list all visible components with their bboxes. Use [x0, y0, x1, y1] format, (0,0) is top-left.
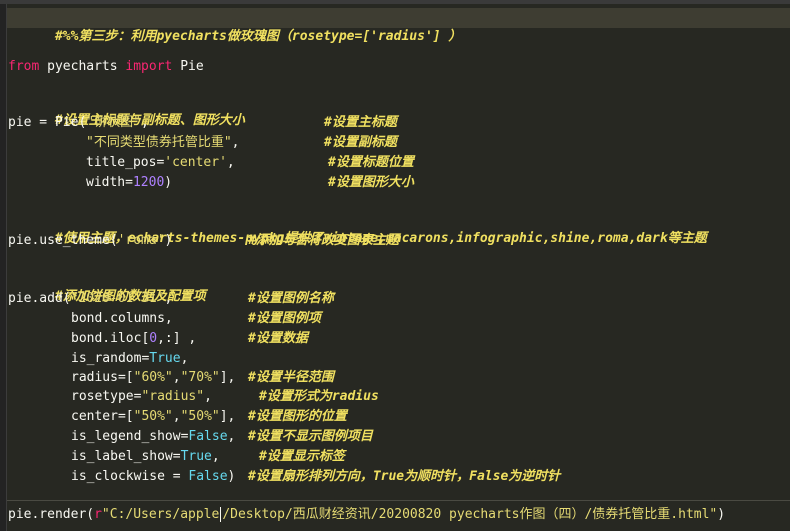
add-call: pie.add( — [8, 291, 71, 306]
radius-close: ], — [219, 370, 236, 385]
code-line-width: width=1200) #设置图形大小 — [8, 174, 414, 192]
pie-subtitle-comma: , — [231, 135, 240, 150]
import-keyword: import — [125, 59, 173, 74]
pie-title-string: "饼状图" — [86, 115, 141, 130]
from-keyword: from — [8, 59, 40, 74]
code-line-clockwise: is_clockwise = False) #设置扇形排列方向，True为顺时针… — [8, 468, 560, 486]
theme-close: ) — [164, 233, 173, 248]
center-key: center=[ — [71, 409, 134, 424]
add-comma: , — [164, 291, 173, 306]
random-comma: , — [180, 351, 189, 366]
code-line-columns: bond.columns, #设置图例项 — [8, 310, 321, 328]
clockwise-close: ) — [227, 469, 236, 484]
code-line-label: is_label_show=True, #设置显示标签 — [8, 448, 345, 466]
label-comma: , — [211, 449, 220, 464]
legend-value: False — [188, 429, 228, 444]
code-line-iloc: bond.iloc[0,:] , #设置数据 — [8, 330, 308, 348]
clockwise-comment: #设置扇形排列方向，True为顺时针，False为逆时针 — [248, 469, 561, 484]
pie-subtitle-comment: #设置副标题 — [324, 135, 397, 150]
code-line-title-comment: #设置主标题与副标题、图形大小 — [8, 94, 245, 128]
code-line-add-comment: #添加饼图的数据及配置项 — [8, 270, 206, 304]
center-sep: , — [172, 409, 181, 424]
title-pos-comment: #设置标题位置 — [328, 155, 414, 170]
code-line-theme-comment: #使用主题，echarts-themes-pypkg提供了vintage,mac… — [8, 212, 707, 246]
rosetype-comma: , — [204, 389, 212, 404]
code-area[interactable]: #%%第三步：利用pyecharts做玫瑰图（rosetype=['radius… — [0, 0, 790, 531]
code-line-use-theme: pie.use_theme('roma') #添加与否将改变图表主题 — [8, 232, 399, 250]
code-line-legend: is_legend_show=False, #设置不显示图例项目 — [8, 428, 373, 446]
code-line-title-pos: title_pos='center', #设置标题位置 — [8, 154, 414, 172]
module-name: pyecharts — [39, 59, 126, 74]
pie-title-comma: , — [140, 115, 149, 130]
width-close: ) — [164, 175, 173, 190]
iloc-comment: #设置数据 — [248, 331, 308, 346]
label-value: True — [180, 449, 212, 464]
pie-subtitle-string: "不同类型债券托管比重" — [86, 135, 232, 150]
rosetype-key: rosetype= — [71, 389, 142, 404]
render-raw-prefix: r — [94, 507, 102, 522]
columns-comment: #设置图例项 — [248, 311, 321, 326]
code-line-subtitle: "不同类型债券托管比重", #设置副标题 — [8, 134, 397, 152]
code-line-pie: pie = Pie("饼状图", #设置主标题 — [8, 114, 397, 132]
step-comment: #%%第三步：利用pyecharts做玫瑰图（rosetype=['radius… — [54, 29, 462, 44]
code-line-import: from pyecharts import Pie — [8, 58, 204, 76]
rosetype-comment: #设置形式为radius — [259, 389, 379, 404]
width-key: width= — [86, 175, 133, 190]
iloc-index: 0 — [149, 331, 158, 346]
add-date-string: "2020-01-31" — [70, 291, 165, 306]
pie-title-comment: #设置主标题 — [324, 115, 397, 130]
render-path-end: /Desktop/西瓜财经资讯/20200820 pyecharts作图（四）/… — [222, 507, 718, 522]
code-line-rosetype: rosetype="radius", #设置形式为radius — [8, 388, 379, 406]
title-pos-value: 'center' — [164, 155, 227, 170]
iloc-prefix: bond.iloc[ — [71, 331, 150, 346]
radius-key: radius=[ — [71, 370, 134, 385]
rosetype-value: "radius" — [141, 389, 205, 404]
code-line-random: is_random=True, — [8, 350, 188, 368]
render-call: pie.render( — [8, 507, 95, 522]
random-key: is_random= — [71, 351, 150, 366]
import-name: Pie — [172, 59, 204, 74]
clockwise-key: is_clockwise = — [71, 469, 189, 484]
columns-arg: bond.columns, — [71, 311, 173, 326]
render-close: ) — [717, 507, 726, 522]
code-line-radius: radius=["60%","70%"], #设置半径范围 — [8, 369, 334, 387]
code-line-add: pie.add("2020-01-31", #设置图例名称 — [8, 290, 334, 308]
add-legend-comment: #设置图例名称 — [248, 291, 334, 306]
code-editor[interactable]: #%%第三步：利用pyecharts做玫瑰图（rosetype=['radius… — [0, 0, 790, 531]
clockwise-value: False — [188, 469, 228, 484]
center-close: ], — [219, 409, 236, 424]
radius-outer: "70%" — [180, 370, 220, 385]
random-value: True — [149, 351, 181, 366]
center-x: "50%" — [133, 409, 173, 424]
legend-comment: #设置不显示图例项目 — [248, 429, 373, 444]
pie-constructor: pie = Pie( — [8, 115, 87, 130]
code-line-render: pie.render(r"C:/Users/apple/Desktop/西瓜财经… — [8, 506, 725, 524]
use-theme-call: pie.use_theme( — [8, 233, 118, 248]
code-line-center: center=["50%","50%"], #设置图形的位置 — [8, 408, 347, 426]
width-comment: #设置图形大小 — [328, 175, 414, 190]
title-pos-comma: , — [226, 155, 235, 170]
center-y: "50%" — [180, 409, 220, 424]
center-comment: #设置图形的位置 — [248, 409, 347, 424]
iloc-suffix: ,:] , — [157, 331, 197, 346]
label-comment: #设置显示标签 — [259, 449, 345, 464]
radius-inner: "60%" — [133, 370, 173, 385]
label-key: is_label_show= — [71, 449, 181, 464]
code-line-1: #%%第三步：利用pyecharts做玫瑰图（rosetype=['radius… — [8, 10, 461, 44]
theme-value: 'roma' — [117, 233, 165, 248]
legend-comma: , — [227, 429, 236, 444]
radius-comment: #设置半径范围 — [248, 370, 334, 385]
title-pos-key: title_pos= — [86, 155, 165, 170]
legend-key: is_legend_show= — [71, 429, 189, 444]
use-theme-comment: #添加与否将改变图表主题 — [248, 233, 399, 248]
radius-sep: , — [172, 370, 181, 385]
render-path-start: "C:/Users/apple — [101, 507, 220, 522]
width-value: 1200 — [132, 175, 165, 190]
